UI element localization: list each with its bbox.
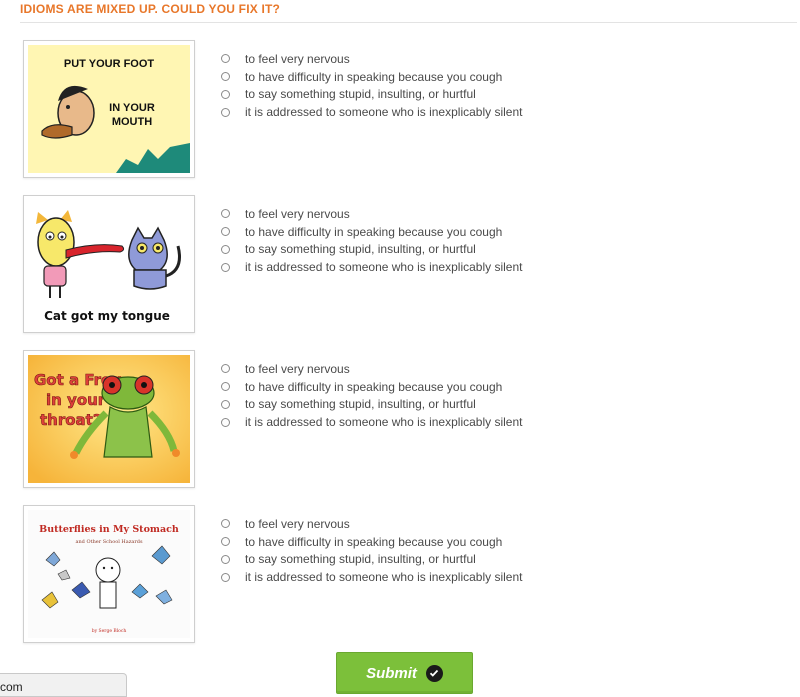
- answer-option[interactable]: to say something stupid, insulting, or h…: [221, 396, 522, 414]
- option-label: to say something stupid, insulting, or h…: [245, 87, 476, 102]
- option-label: to say something stupid, insulting, or h…: [245, 242, 476, 257]
- radio-button[interactable]: [221, 227, 230, 237]
- option-label: to feel very nervous: [245, 361, 350, 376]
- answer-options: to feel very nervous to have difficulty …: [221, 50, 522, 121]
- radio-button[interactable]: [221, 537, 230, 547]
- image-caption-line-3: MOUTH: [112, 116, 152, 128]
- answer-option[interactable]: it is addressed to someone who is inexpl…: [221, 413, 522, 431]
- answer-option[interactable]: to have difficulty in speaking because y…: [221, 533, 522, 551]
- quiz-title: IDIOMS ARE MIXED UP. COULD YOU FIX IT?: [20, 2, 281, 16]
- question-4: Butterflies in My Stomach and Other Scho…: [20, 505, 780, 645]
- answer-option[interactable]: to say something stupid, insulting, or h…: [221, 86, 522, 104]
- image-caption-author: by Serge Bloch: [92, 628, 127, 634]
- answer-option[interactable]: it is addressed to someone who is inexpl…: [221, 103, 522, 121]
- radio-button[interactable]: [221, 54, 230, 64]
- option-label: to have difficulty in speaking because y…: [245, 379, 503, 394]
- option-label: it is addressed to someone who is inexpl…: [245, 260, 523, 275]
- radio-button[interactable]: [221, 209, 230, 219]
- option-label: to feel very nervous: [245, 516, 350, 531]
- radio-button[interactable]: [221, 262, 230, 272]
- answer-options: to feel very nervous to have difficulty …: [221, 515, 522, 586]
- option-label: it is addressed to someone who is inexpl…: [245, 105, 523, 120]
- answer-option[interactable]: to feel very nervous: [221, 360, 522, 378]
- check-icon: [425, 664, 443, 682]
- image-caption-line-2: IN YOUR: [109, 102, 155, 114]
- answer-option[interactable]: to feel very nervous: [221, 205, 522, 223]
- answer-option[interactable]: to have difficulty in speaking because y…: [221, 223, 522, 241]
- answer-option[interactable]: to say something stupid, insulting, or h…: [221, 241, 522, 259]
- radio-button[interactable]: [221, 89, 230, 99]
- radio-button[interactable]: [221, 399, 230, 409]
- question-2: Cat got my tongue to feel very nervous t…: [20, 195, 780, 335]
- question-3: Got a Frog in your throat? to feel very …: [20, 350, 780, 490]
- image-caption-line-1: PUT YOUR FOOT: [64, 58, 155, 70]
- answer-options: to feel very nervous to have difficulty …: [221, 205, 522, 276]
- image-caption: Cat got my tongue: [44, 309, 170, 323]
- answer-option[interactable]: to feel very nervous: [221, 50, 522, 68]
- option-label: it is addressed to someone who is inexpl…: [245, 415, 523, 430]
- idiom-image-butterflies-in-stomach: Butterflies in My Stomach and Other Scho…: [23, 505, 195, 643]
- idiom-image-cat-got-tongue: Cat got my tongue: [23, 195, 195, 333]
- radio-button[interactable]: [221, 107, 230, 117]
- option-label: to feel very nervous: [245, 51, 350, 66]
- option-label: to have difficulty in speaking because y…: [245, 534, 503, 549]
- radio-button[interactable]: [221, 364, 230, 374]
- status-bar-text: com: [0, 680, 23, 694]
- radio-button[interactable]: [221, 554, 230, 564]
- title-divider: [20, 22, 797, 23]
- idiom-image-frog-in-throat: Got a Frog in your throat?: [23, 350, 195, 488]
- answer-option[interactable]: it is addressed to someone who is inexpl…: [221, 258, 522, 276]
- radio-button[interactable]: [221, 519, 230, 529]
- browser-status-bar: com: [0, 673, 127, 697]
- image-caption-subtitle: and Other School Hazards: [75, 539, 142, 545]
- option-label: to say something stupid, insulting, or h…: [245, 397, 476, 412]
- option-label: to say something stupid, insulting, or h…: [245, 552, 476, 567]
- radio-button[interactable]: [221, 72, 230, 82]
- idiom-image-foot-in-mouth: PUT YOUR FOOT IN YOUR MOUTH: [23, 40, 195, 178]
- option-label: it is addressed to someone who is inexpl…: [245, 570, 523, 585]
- answer-option[interactable]: to say something stupid, insulting, or h…: [221, 551, 522, 569]
- image-caption-line-2: in your: [46, 391, 106, 409]
- submit-button[interactable]: Submit: [336, 652, 473, 694]
- radio-button[interactable]: [221, 572, 230, 582]
- option-label: to feel very nervous: [245, 206, 350, 221]
- question-1: PUT YOUR FOOT IN YOUR MOUTH to feel very…: [20, 40, 780, 180]
- answer-option[interactable]: it is addressed to someone who is inexpl…: [221, 568, 522, 586]
- option-label: to have difficulty in speaking because y…: [245, 224, 503, 239]
- radio-button[interactable]: [221, 417, 230, 427]
- answer-option[interactable]: to have difficulty in speaking because y…: [221, 378, 522, 396]
- answer-options: to feel very nervous to have difficulty …: [221, 360, 522, 431]
- answer-option[interactable]: to feel very nervous: [221, 515, 522, 533]
- option-label: to have difficulty in speaking because y…: [245, 69, 503, 84]
- radio-button[interactable]: [221, 244, 230, 254]
- submit-label: Submit: [366, 664, 417, 682]
- answer-option[interactable]: to have difficulty in speaking because y…: [221, 68, 522, 86]
- radio-button[interactable]: [221, 382, 230, 392]
- image-caption-title: Butterflies in My Stomach: [39, 524, 179, 535]
